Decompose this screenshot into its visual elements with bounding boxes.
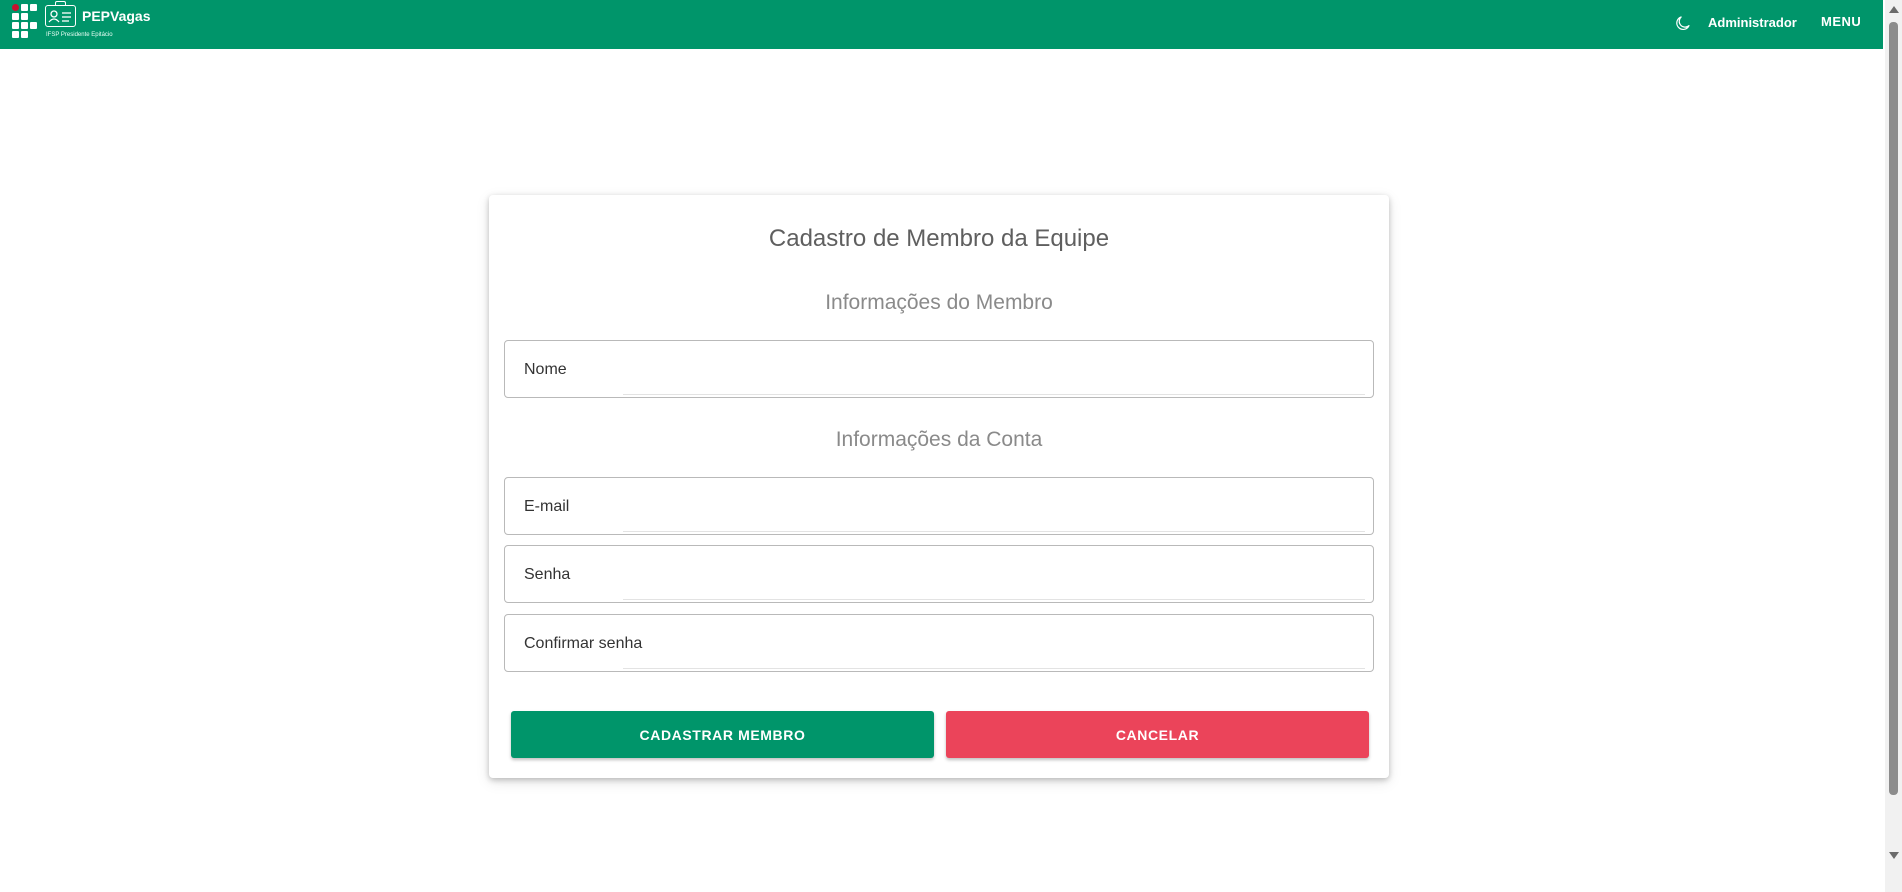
- email-input[interactable]: [522, 492, 1362, 522]
- section-account-info: Informações da Conta: [835, 428, 1043, 451]
- vertical-scrollbar[interactable]: [1885, 0, 1902, 892]
- register-member-card: Cadastro de Membro da Equipe Informações…: [489, 195, 1389, 778]
- menu-button[interactable]: MENU: [1821, 14, 1861, 29]
- brand-title[interactable]: PEPVagas: [82, 8, 151, 24]
- password-field[interactable]: [504, 545, 1374, 603]
- name-field[interactable]: [504, 340, 1374, 398]
- name-input[interactable]: [522, 355, 1362, 385]
- cancel-button[interactable]: CANCELAR: [946, 711, 1369, 758]
- moon-icon[interactable]: [1674, 14, 1692, 32]
- confirm-password-field[interactable]: [504, 614, 1374, 672]
- email-field[interactable]: [504, 477, 1374, 535]
- top-navbar: PEPVagas IFSP Presidente Epitácio Admini…: [0, 0, 1883, 49]
- password-input[interactable]: [522, 560, 1362, 590]
- scroll-up-arrow-icon[interactable]: [1889, 6, 1899, 13]
- page-title: Cadastro de Membro da Equipe: [768, 225, 1110, 252]
- section-member-info: Informações do Membro: [825, 291, 1053, 314]
- user-menu-administrador[interactable]: Administrador: [1708, 15, 1797, 30]
- confirm-password-input[interactable]: [522, 629, 1362, 659]
- scroll-thumb[interactable]: [1889, 22, 1898, 795]
- brand-subtitle: IFSP Presidente Epitácio: [46, 32, 113, 38]
- id-badge-icon: [45, 1, 76, 27]
- ifsp-logo: [12, 4, 38, 39]
- scroll-down-arrow-icon[interactable]: [1889, 852, 1899, 859]
- register-member-button[interactable]: CADASTRAR MEMBRO: [511, 711, 934, 758]
